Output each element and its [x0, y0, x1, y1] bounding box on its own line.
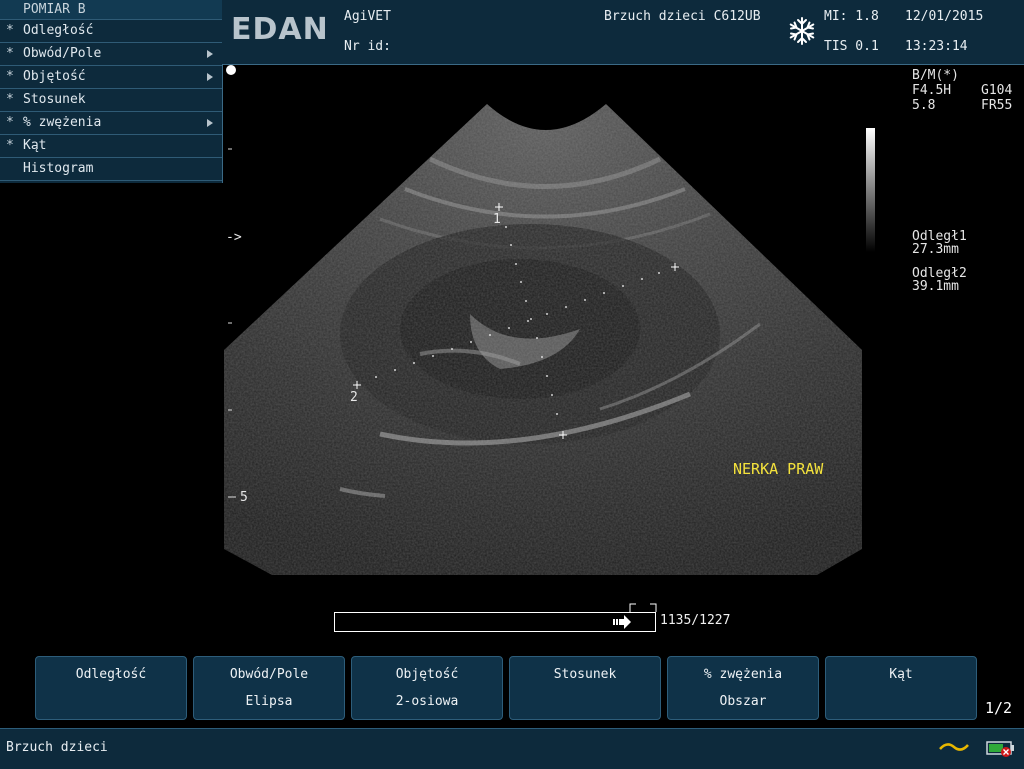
measurement-2-value: 39.1mm: [912, 279, 959, 294]
cine-play-arrow-icon: [612, 615, 631, 629]
frame-rate: FR55: [981, 98, 1013, 113]
softkey-ratio[interactable]: Stosunek: [509, 656, 661, 720]
exam-preset: Brzuch dzieci C612UB: [604, 9, 761, 24]
frequency: F4.5H: [912, 83, 952, 98]
softkey-page-indicator[interactable]: 1/2: [985, 699, 1012, 717]
softkey-label: Obwód/Pole: [229, 667, 309, 682]
mi-index: MI: 1.8: [824, 9, 879, 24]
depth-label: 5: [240, 490, 248, 505]
ac-power-icon: [939, 743, 969, 751]
caliper-label-1: 1: [493, 212, 501, 227]
softkey-label: Odległość: [75, 667, 147, 682]
softkey-perimeter-area[interactable]: Obwód/Pole Elipsa: [193, 656, 345, 720]
exam-time: 13:23:14: [905, 39, 968, 54]
ultrasound-image: [224, 65, 875, 575]
imaging-mode: B/M(*): [912, 68, 959, 83]
cine-progress-bar[interactable]: [334, 612, 656, 632]
softkey-distance[interactable]: Odległość: [35, 656, 187, 720]
cine-frame-counter: 1135/1227: [660, 613, 731, 628]
softkey-sublabel: Obszar: [719, 694, 767, 709]
brand-logo: EDAN: [231, 12, 329, 47]
softkey-label: % zwężenia: [703, 667, 783, 682]
tis-index: TIS 0.1: [824, 39, 879, 54]
softkey-label: Stosunek: [553, 667, 617, 682]
softkey-label: Objętość: [395, 667, 459, 682]
hospital-name: AgiVET: [344, 9, 391, 24]
preset-name: Brzuch dzieci: [6, 740, 108, 755]
gain: G104: [981, 83, 1013, 98]
battery-icon: [986, 741, 1014, 757]
softkey-angle[interactable]: Kąt: [825, 656, 977, 720]
submenu-arrow-icon: [207, 50, 213, 58]
depth: 5.8: [912, 98, 936, 113]
exam-date: 12/01/2015: [905, 9, 984, 24]
measurement-1-value: 27.3mm: [912, 242, 959, 257]
cine-range-bracket-icon: [629, 603, 657, 612]
patient-id-label: Nr id:: [344, 39, 391, 54]
focus-marker: ->: [226, 230, 242, 245]
menu-title: POMIAR B: [23, 2, 86, 17]
caliper-label-2: 2: [350, 390, 358, 405]
menu-item-label: Odległość: [23, 23, 94, 38]
softkey-sublabel: Elipsa: [245, 694, 293, 709]
info-header: EDAN AgiVET Nr id: Brzuch dzieci C612UB …: [222, 0, 1024, 65]
menu-title-bar: POMIAR B: [0, 0, 222, 20]
snowflake-icon: [789, 17, 815, 45]
softkey-sublabel: 2-osiowa: [395, 694, 459, 709]
softkey-volume[interactable]: Objętość 2-osiowa: [351, 656, 503, 720]
menu-item-distance[interactable]: * Odległość: [0, 20, 222, 43]
menu-item-label: Obwód/Pole: [23, 46, 102, 61]
status-bar: Brzuch dzieci: [0, 728, 1024, 769]
probe-orientation-marker: [226, 65, 236, 75]
grayscale-bar: [866, 128, 875, 252]
body-annotation: NERKA PRAW: [733, 460, 824, 478]
softkey-stenosis[interactable]: % zwężenia Obszar: [667, 656, 819, 720]
softkey-label: Kąt: [889, 667, 913, 682]
menu-item-perimeter-area[interactable]: * Obwód/Pole: [0, 43, 222, 66]
ultrasound-image-area[interactable]: 1 2 -> 5 B/M(*) F4.5H G104 5.8 FR55 Odle…: [0, 64, 1024, 654]
